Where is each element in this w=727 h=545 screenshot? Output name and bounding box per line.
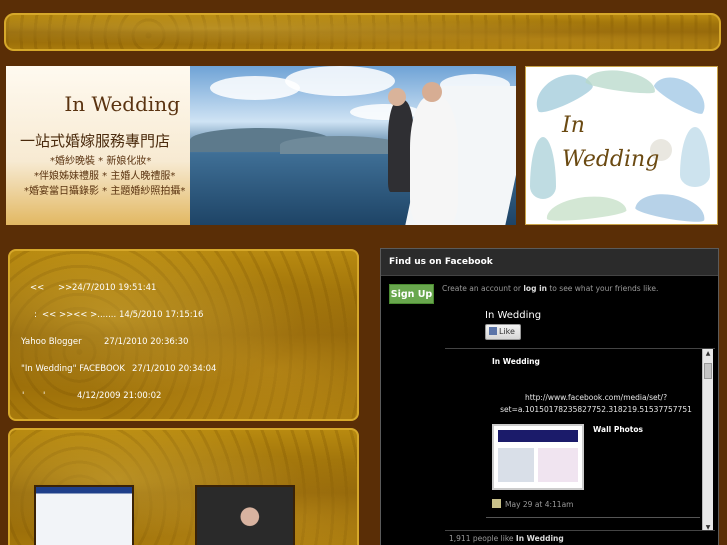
post-link[interactable]: http://www.facebook.com/media/set/?set=a… — [492, 392, 700, 416]
facebook-header: Find us on Facebook — [381, 249, 718, 276]
hero-subtitle: 一站式婚嫁服務專門店 — [20, 132, 171, 150]
facebook-fan-count: 1,911 people like In Wedding — [449, 534, 564, 543]
scroll-up-icon[interactable]: ▲ — [704, 350, 712, 357]
hero-line-3: *婚宴當日攝錄影 * 主題婚紗照拍攝* — [24, 186, 186, 197]
scroll-down-icon[interactable]: ▼ — [704, 524, 712, 530]
post-author[interactable]: In Wedding — [492, 357, 540, 366]
post-meta: May 29 at 4:11am — [492, 499, 573, 509]
gallery-thumbnail-bride[interactable] — [195, 485, 295, 545]
logo-word-in: In — [562, 113, 585, 138]
facebook-signup-button[interactable]: Sign Up — [389, 284, 434, 304]
top-banner-bar — [4, 13, 721, 51]
stream-scrollbar[interactable]: ▲ ▼ — [702, 349, 713, 530]
news-panel: << >> 24/7/2010 19:51:41 : << >><< >....… — [8, 249, 359, 421]
gallery-thumbnail-screenshot[interactable] — [34, 485, 134, 545]
facebook-like-box: Find us on Facebook Sign Up Create an ac… — [380, 248, 719, 545]
facebook-login-link[interactable]: log in — [523, 284, 547, 293]
hero-text-panel: In Wedding 一站式婚嫁服務專門店 *婚紗晚裝 * 新娘化妝* *伴娘姊… — [6, 66, 190, 225]
gallery-panel — [8, 428, 359, 545]
facebook-page-name[interactable]: In Wedding — [485, 310, 541, 321]
hero-title: In Wedding — [64, 92, 180, 116]
thumbs-up-icon — [489, 327, 497, 335]
facebook-promo-text: Create an account or log in to see what … — [442, 284, 659, 293]
hero-line-2: *伴娘姊妹禮服 * 主婚人晚禮服* — [34, 171, 176, 182]
facebook-like-button[interactable]: Like — [485, 324, 521, 340]
hero-wedding-photo — [190, 66, 516, 225]
post-photo[interactable] — [492, 424, 584, 490]
logo-panel: In Wedding — [525, 65, 718, 225]
facebook-stream[interactable]: In Wedding http://www.facebook.com/media… — [445, 348, 715, 531]
post-divider — [486, 517, 700, 518]
post-album-title[interactable]: Wall Photos — [593, 425, 643, 434]
hero-banner: In Wedding 一站式婚嫁服務專門店 *婚紗晚裝 * 新娘化妝* *伴娘姊… — [6, 66, 516, 225]
photo-icon — [492, 499, 501, 508]
hero-line-1: *婚紗晚裝 * 新娘化妝* — [50, 156, 152, 167]
scroll-thumb[interactable] — [704, 363, 712, 379]
logo-word-wedding: Wedding — [562, 147, 660, 172]
